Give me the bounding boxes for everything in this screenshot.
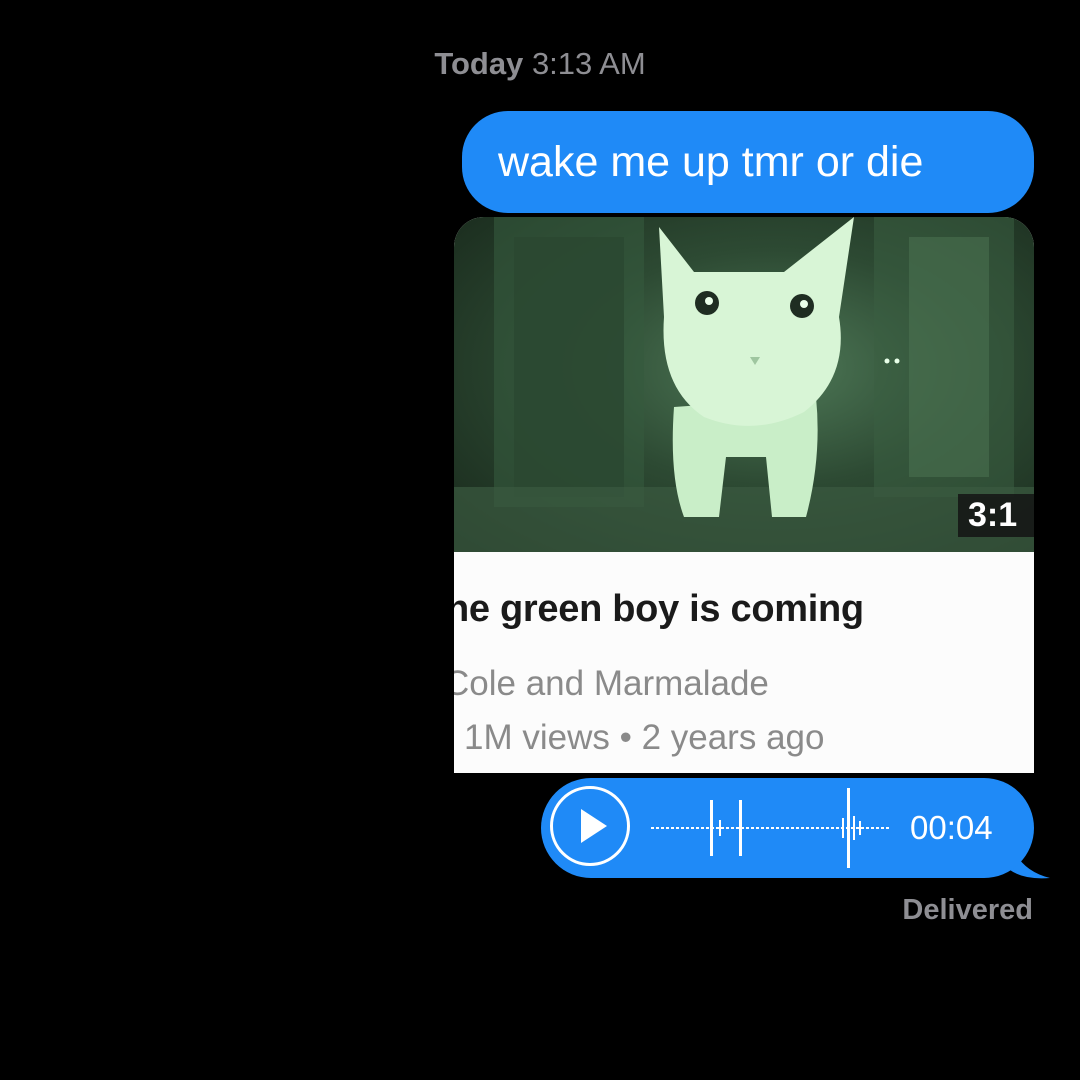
night-vision-cat-image — [454, 217, 1034, 552]
message-timestamp: Today 3:13 AM — [0, 46, 1080, 82]
video-thumbnail[interactable] — [454, 217, 1034, 552]
timestamp-time: 3:13 AM — [531, 46, 646, 81]
video-title: he green boy is coming — [454, 588, 864, 630]
play-icon[interactable] — [550, 786, 630, 866]
video-channel: Cole and Marmalade — [454, 664, 769, 703]
timestamp-day: Today — [434, 46, 524, 81]
message-text: wake me up tmr or die — [498, 138, 924, 186]
delivery-status: Delivered — [902, 894, 1033, 926]
video-info-panel: he green boy is coming Cole and Marmalad… — [454, 552, 1034, 773]
video-link-preview[interactable]: 3:1 he green boy is coming Cole and Marm… — [454, 217, 1034, 773]
audio-waveform[interactable] — [649, 788, 899, 868]
video-meta: 1M views • 2 years ago — [464, 718, 825, 757]
sent-message-bubble[interactable]: wake me up tmr or die — [462, 111, 1034, 213]
audio-duration: 00:04 — [910, 809, 993, 846]
audio-message-bubble[interactable]: 00:04 — [541, 778, 1034, 878]
video-duration-badge: 3:1 — [958, 494, 1034, 537]
